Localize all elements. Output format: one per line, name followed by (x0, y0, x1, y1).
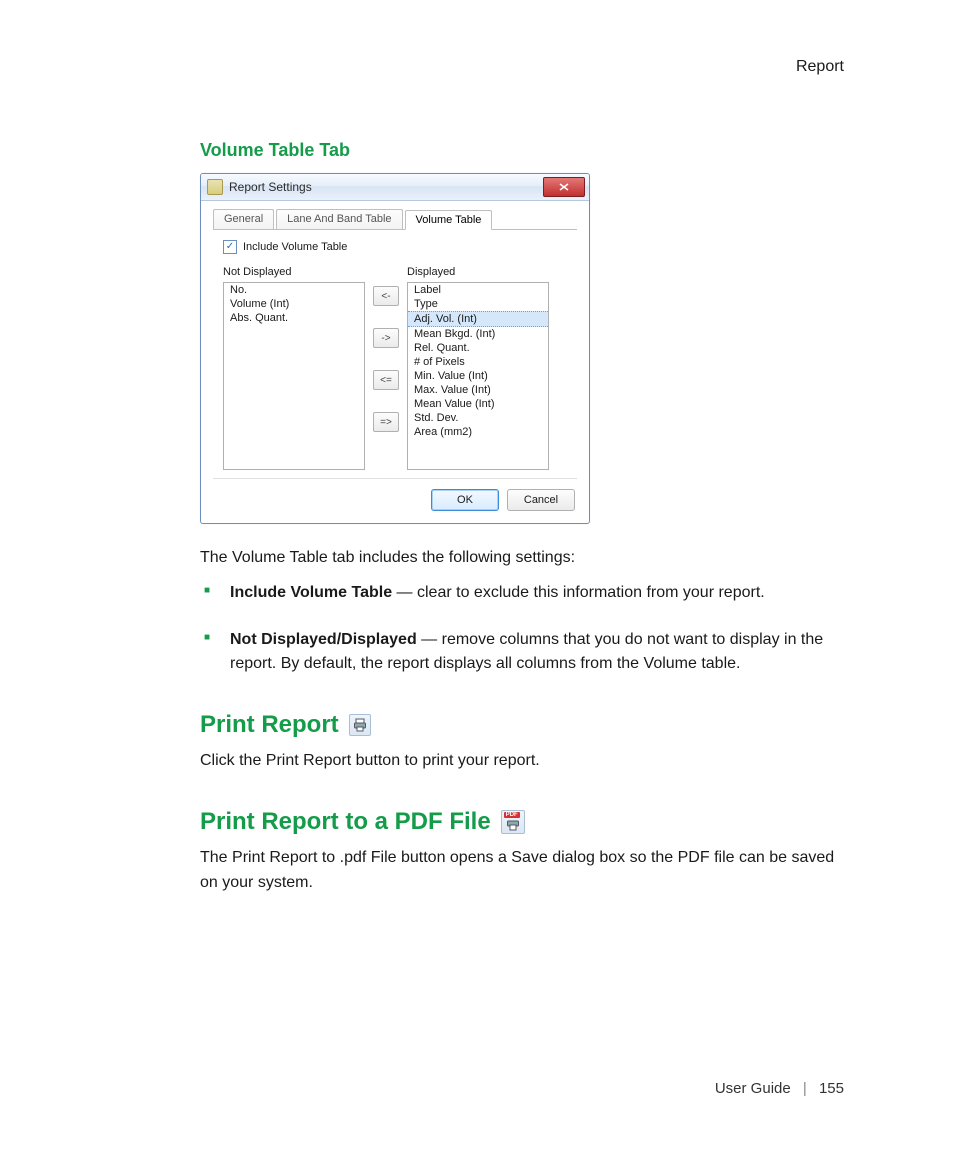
list-item[interactable]: Area (mm2) (408, 425, 548, 439)
dialog-title: Report Settings (229, 180, 312, 194)
report-settings-dialog: Report Settings General Lane And Band Ta… (200, 173, 590, 524)
paragraph-print-report: Click the Print Report button to print y… (200, 749, 844, 774)
tab-general[interactable]: General (213, 209, 274, 229)
dialog-app-icon (207, 179, 223, 195)
list-item[interactable]: Type (408, 297, 548, 311)
paragraph-volume-table-intro: The Volume Table tab includes the follow… (200, 546, 844, 571)
displayed-listbox[interactable]: LabelTypeAdj. Vol. (Int)Mean Bkgd. (Int)… (407, 282, 549, 470)
not-displayed-label: Not Displayed (223, 266, 365, 278)
list-item[interactable]: Min. Value (Int) (408, 369, 548, 383)
displayed-label: Displayed (407, 266, 549, 278)
list-item: Include Volume Table — clear to exclude … (200, 581, 844, 606)
bullet-term: Include Volume Table (230, 584, 392, 601)
move-right-one-button[interactable]: -> (373, 328, 399, 348)
tab-lane-and-band-table[interactable]: Lane And Band Table (276, 209, 402, 229)
close-icon (559, 183, 569, 191)
dialog-tabs: General Lane And Band Table Volume Table (201, 201, 589, 229)
dialog-titlebar: Report Settings (201, 174, 589, 201)
bullet-term: Not Displayed/Displayed (230, 631, 417, 648)
list-item[interactable]: Max. Value (Int) (408, 383, 548, 397)
printer-icon (353, 718, 367, 732)
footer-page-number: 155 (819, 1080, 844, 1097)
move-left-all-button[interactable]: <= (373, 370, 399, 390)
move-left-one-button[interactable]: <- (373, 286, 399, 306)
tab-volume-table[interactable]: Volume Table (405, 210, 493, 230)
bullet-text: — clear to exclude this information from… (392, 584, 765, 601)
list-item[interactable]: Mean Bkgd. (Int) (408, 327, 548, 341)
print-report-toolbar-icon[interactable] (349, 714, 371, 736)
footer-guide-label: User Guide (715, 1080, 791, 1097)
ok-button[interactable]: OK (431, 489, 499, 511)
pdf-badge: PDF (504, 812, 520, 818)
print-report-heading: Print Report (200, 711, 844, 739)
list-item[interactable]: # of Pixels (408, 355, 548, 369)
footer-separator: | (803, 1080, 807, 1097)
list-item[interactable]: Std. Dev. (408, 411, 548, 425)
move-right-all-button[interactable]: => (373, 412, 399, 432)
settings-bullet-list: Include Volume Table — clear to exclude … (200, 581, 844, 677)
volume-table-tab-heading: Volume Table Tab (200, 140, 844, 161)
printer-icon (506, 819, 520, 831)
include-volume-table-label: Include Volume Table (243, 241, 347, 253)
cancel-button[interactable]: Cancel (507, 489, 575, 511)
print-report-pdf-heading: Print Report to a PDF File PDF (200, 808, 844, 836)
list-item[interactable]: No. (224, 283, 364, 297)
list-item: Not Displayed/Displayed — remove columns… (200, 628, 844, 678)
list-item[interactable]: Adj. Vol. (Int) (408, 311, 548, 327)
print-report-pdf-toolbar-icon[interactable]: PDF (501, 810, 525, 834)
list-item[interactable]: Volume (Int) (224, 297, 364, 311)
list-item[interactable]: Abs. Quant. (224, 311, 364, 325)
page-footer: User Guide | 155 (715, 1080, 844, 1097)
list-item[interactable]: Rel. Quant. (408, 341, 548, 355)
print-report-pdf-heading-text: Print Report to a PDF File (200, 808, 491, 836)
page-header-section: Report (796, 58, 844, 76)
not-displayed-listbox[interactable]: No.Volume (Int)Abs. Quant. (223, 282, 365, 470)
tab-body: ✓ Include Volume Table Not Displayed No.… (213, 229, 577, 479)
include-volume-table-checkbox[interactable]: ✓ (223, 240, 237, 254)
list-item[interactable]: Label (408, 283, 548, 297)
close-button[interactable] (543, 177, 585, 197)
paragraph-print-report-pdf: The Print Report to .pdf File button ope… (200, 846, 844, 896)
print-report-heading-text: Print Report (200, 711, 339, 739)
list-item[interactable]: Mean Value (Int) (408, 397, 548, 411)
